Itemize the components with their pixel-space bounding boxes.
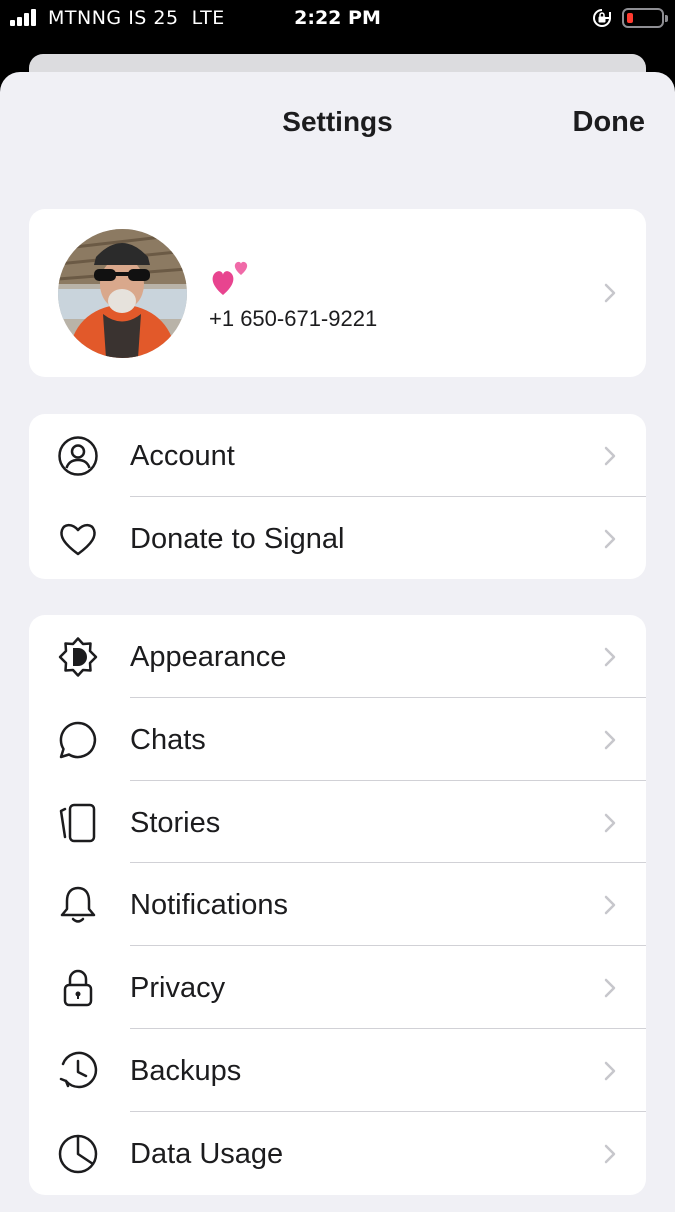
settings-row-account[interactable]: Account [29,414,646,497]
chevron-right-icon [604,1144,616,1164]
rotation-lock-icon [593,9,611,27]
heart-icon [60,523,96,556]
settings-row-chats[interactable]: Chats [29,698,646,781]
profile-card[interactable]: +1 650-671-9221 [29,209,646,377]
settings-group-account: Account Donate to Signal [29,414,646,579]
settings-row-label: Stories [130,806,221,839]
chevron-right-icon [604,730,616,750]
profile-phone: +1 650-671-9221 [209,306,378,331]
settings-row-label: Notifications [130,889,288,922]
settings-row-label: Privacy [130,972,226,1005]
bell-icon [60,887,96,924]
person-circle-icon [58,436,98,476]
chevron-right-icon [604,647,616,667]
chevron-right-icon [604,283,616,303]
backup-clock-icon [59,1051,98,1089]
two-hearts-icon [212,261,248,295]
settings-row-stories[interactable]: Stories [29,781,646,864]
pie-chart-icon [58,1134,98,1174]
settings-row-donate[interactable]: Donate to Signal [29,497,646,579]
settings-row-label: Account [130,440,235,472]
status-time: 2:22 PM [294,7,381,29]
settings-group-general: Appearance Chats Stories Notifications P… [29,615,646,1195]
battery-icon [622,8,668,28]
appearance-icon [58,637,98,677]
chevron-right-icon [604,529,616,549]
settings-row-label: Donate to Signal [130,522,345,555]
settings-row-notifications[interactable]: Notifications [29,863,646,947]
chevron-right-icon [604,978,616,998]
done-button[interactable]: Done [573,106,646,139]
settings-row-label: Data Usage [130,1137,284,1170]
chevron-right-icon [604,896,616,915]
settings-row-backups[interactable]: Backups [29,1029,646,1112]
settings-row-label: Backups [130,1054,242,1087]
chevron-right-icon [604,813,616,832]
settings-row-privacy[interactable]: Privacy [29,946,646,1029]
chat-bubble-icon [59,721,97,759]
settings-row-appearance[interactable]: Appearance [29,615,646,698]
chevron-right-icon [604,1061,616,1081]
settings-row-label: Chats [130,723,206,756]
settings-row-data-usage[interactable]: Data Usage [29,1112,646,1195]
avatar [58,229,187,358]
stories-icon [59,803,96,842]
settings-row-label: Appearance [130,641,287,673]
status-bar: MTNNG IS 25 LTE 2:22 PM [0,0,675,40]
lock-icon [63,970,93,1007]
chevron-right-icon [604,446,616,466]
